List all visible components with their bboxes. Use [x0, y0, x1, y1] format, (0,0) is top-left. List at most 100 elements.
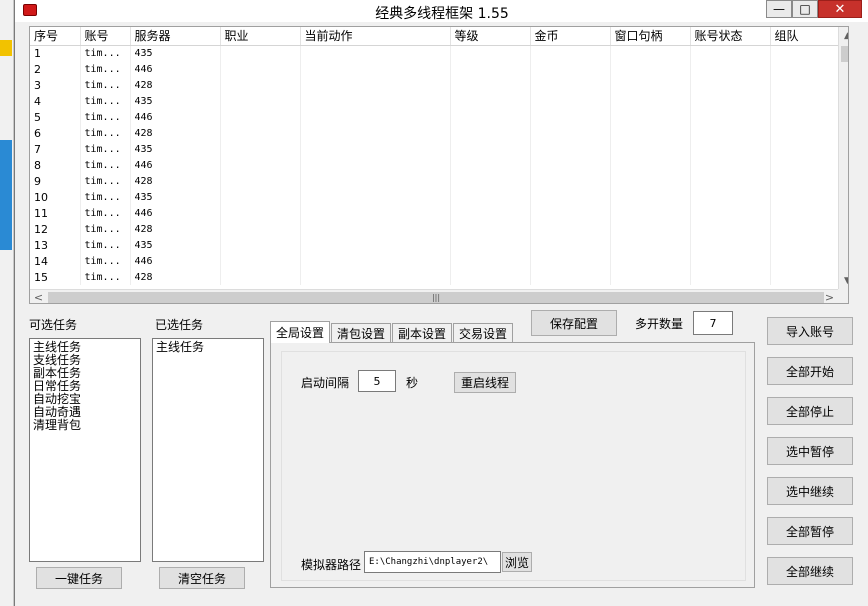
background-folder-icon: [0, 40, 12, 56]
table-row[interactable]: 9 tim... 428: [30, 173, 839, 189]
vertical-scrollbar[interactable]: ▲ ▼: [838, 27, 848, 289]
table-cell: [610, 61, 691, 77]
table-row[interactable]: 5 tim... 446: [30, 109, 839, 125]
close-button[interactable]: ✕: [818, 0, 862, 18]
table-cell: [220, 125, 301, 141]
table-cell: [530, 221, 611, 237]
table-cell: [690, 253, 771, 269]
table-cell: tim...: [80, 109, 131, 125]
maximize-button[interactable]: □: [792, 0, 818, 18]
selected-tasks-list[interactable]: 主线任务: [152, 338, 264, 562]
column-header[interactable]: 等级: [450, 27, 531, 46]
account-table[interactable]: 序号 账号 服务器 职业 当前动作 等级 金币 窗口句柄 账号状态 组队 1 tim... 435 2 t…: [29, 26, 849, 304]
table-cell: [770, 61, 839, 77]
column-header[interactable]: 窗口句柄: [610, 27, 691, 46]
title-bar[interactable]: 经典多线程框架 1.55 — □ ✕: [15, 0, 868, 22]
table-cell: [300, 93, 451, 109]
table-cell: tim...: [80, 157, 131, 173]
column-header[interactable]: 职业: [220, 27, 301, 46]
table-row[interactable]: 4 tim... 435: [30, 93, 839, 109]
table-row[interactable]: 7 tim... 435: [30, 141, 839, 157]
column-header[interactable]: 金币: [530, 27, 611, 46]
table-cell: 7: [30, 141, 81, 157]
table-cell: [300, 141, 451, 157]
table-cell: [300, 253, 451, 269]
table-row[interactable]: 11 tim... 446: [30, 205, 839, 221]
table-cell: [300, 61, 451, 77]
column-header[interactable]: 账号: [80, 27, 131, 46]
settings-tabs: 全局设置 清包设置 副本设置 交易设置: [270, 321, 514, 343]
table-row[interactable]: 12 tim... 428: [30, 221, 839, 237]
column-header[interactable]: 服务器: [130, 27, 221, 46]
scroll-left-icon[interactable]: <: [30, 290, 47, 303]
task-list-item[interactable]: 清理背包: [33, 419, 137, 432]
minimize-button[interactable]: —: [766, 0, 792, 18]
horizontal-scrollbar[interactable]: < ||| >: [30, 289, 838, 303]
column-header[interactable]: 组队: [770, 27, 839, 46]
available-tasks-list[interactable]: 主线任务 支线任务 副本任务 日常任务 自动挖宝 自动奇遇 清理背包: [29, 338, 141, 562]
table-row[interactable]: 14 tim... 446: [30, 253, 839, 269]
table-cell: [530, 77, 611, 93]
settings-tab[interactable]: 全局设置: [270, 321, 331, 343]
table-cell: [450, 77, 531, 93]
table-cell: [450, 61, 531, 77]
action-button[interactable]: 选中继续: [767, 477, 853, 505]
table-cell: [220, 93, 301, 109]
table-cell: 13: [30, 237, 81, 253]
table-cell: [530, 173, 611, 189]
table-row[interactable]: 6 tim... 428: [30, 125, 839, 141]
table-row[interactable]: 1 tim... 435: [30, 45, 839, 61]
column-header[interactable]: 当前动作: [300, 27, 451, 46]
table-row[interactable]: 2 tim... 446: [30, 61, 839, 77]
table-cell: [770, 141, 839, 157]
emulator-path-label: 模拟器路径: [301, 558, 362, 572]
table-row[interactable]: 13 tim... 435: [30, 237, 839, 253]
table-cell: [220, 205, 301, 221]
action-button[interactable]: 导入账号: [767, 317, 853, 345]
table-cell: [690, 93, 771, 109]
multi-open-count-input[interactable]: 7: [693, 311, 733, 335]
table-cell: [770, 109, 839, 125]
table-row[interactable]: 3 tim... 428: [30, 77, 839, 93]
table-row[interactable]: 15 tim... 428: [30, 269, 839, 285]
start-interval-input[interactable]: 5: [358, 370, 396, 392]
vertical-scroll-thumb[interactable]: [841, 46, 848, 62]
scroll-right-icon[interactable]: >: [821, 290, 838, 303]
table-cell: [690, 205, 771, 221]
emulator-path-input[interactable]: E:\Changzhi\dnplayer2\: [364, 551, 501, 573]
settings-tab[interactable]: 交易设置: [453, 323, 514, 343]
save-config-button[interactable]: 保存配置: [531, 310, 617, 336]
table-row[interactable]: 8 tim... 446: [30, 157, 839, 173]
table-cell: [530, 61, 611, 77]
scroll-up-icon[interactable]: ▲: [839, 27, 848, 44]
settings-tab[interactable]: 副本设置: [392, 323, 453, 343]
horizontal-scroll-thumb[interactable]: |||: [48, 292, 824, 303]
table-cell: [530, 205, 611, 221]
task-list-item[interactable]: 主线任务: [156, 341, 260, 354]
table-cell: [530, 237, 611, 253]
table-cell: 428: [130, 221, 221, 237]
column-header[interactable]: 账号状态: [690, 27, 771, 46]
action-button[interactable]: 全部开始: [767, 357, 853, 385]
action-button[interactable]: 选中暂停: [767, 437, 853, 465]
settings-tab[interactable]: 清包设置: [331, 323, 392, 343]
one-click-task-button[interactable]: 一键任务: [36, 567, 122, 589]
global-settings-panel: 启动间隔 5 秒 重启线程 模拟器路径 E:\Changzhi\dnplayer…: [270, 342, 755, 588]
browse-button[interactable]: 浏览: [502, 552, 532, 572]
table-cell: [770, 45, 839, 61]
table-row[interactable]: 10 tim... 435: [30, 189, 839, 205]
table-cell: [690, 109, 771, 125]
column-header[interactable]: 序号: [30, 27, 81, 46]
action-button[interactable]: 全部继续: [767, 557, 853, 585]
action-button[interactable]: 全部停止: [767, 397, 853, 425]
table-cell: [690, 189, 771, 205]
table-cell: tim...: [80, 125, 131, 141]
table-cell: 3: [30, 77, 81, 93]
table-cell: [610, 109, 691, 125]
table-cell: [610, 77, 691, 93]
restart-thread-button[interactable]: 重启线程: [454, 372, 516, 393]
clear-tasks-button[interactable]: 清空任务: [159, 567, 245, 589]
scroll-down-icon[interactable]: ▼: [839, 272, 848, 289]
table-cell: 5: [30, 109, 81, 125]
action-button[interactable]: 全部暂停: [767, 517, 853, 545]
